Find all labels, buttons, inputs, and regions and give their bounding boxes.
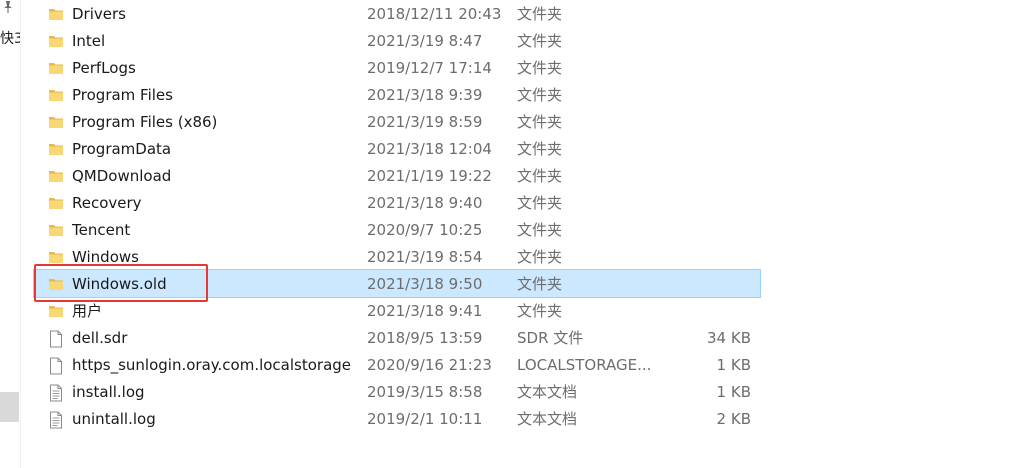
file-date-modified: 2018/9/5 13:59: [367, 328, 483, 347]
quick-access-label[interactable]: 快3: [0, 28, 20, 48]
text-file-icon: [48, 411, 64, 428]
file-row[interactable]: QMDownload 2021/1/19 19:22 文件夹: [34, 162, 760, 189]
file-type: 文件夹: [517, 86, 563, 104]
file-type: 文本文档: [517, 383, 578, 401]
file-name: Program Files (x86): [72, 112, 218, 131]
file-name: dell.sdr: [72, 328, 128, 347]
file-name: 用户: [72, 302, 103, 320]
file-type: 文件夹: [517, 32, 563, 50]
folder-icon: [48, 6, 64, 22]
file-row[interactable]: Windows 2021/3/19 8:54 文件夹: [34, 243, 760, 270]
file-size: 1 KB: [716, 382, 751, 401]
file-type: 文件夹: [517, 275, 563, 293]
folder-icon: [48, 141, 64, 157]
text-file-icon: [48, 384, 64, 401]
file-row[interactable]: dell.sdr 2018/9/5 13:59 SDR 文件 34 KB: [34, 324, 760, 351]
folder-icon: [48, 60, 64, 76]
file-date-modified: 2021/1/19 19:22: [367, 166, 492, 185]
file-date-modified: 2021/3/18 9:41: [367, 301, 483, 320]
folder-icon: [48, 222, 64, 238]
file-name: https_sunlogin.oray.com.localstorage: [72, 355, 352, 374]
file-row[interactable]: https_sunlogin.oray.com.localstorage 2020…: [34, 351, 760, 378]
file-name: Recovery: [72, 193, 142, 212]
file-date-modified: 2021/3/18 12:04: [367, 139, 492, 158]
file-icon: [48, 357, 64, 374]
file-date-modified: 2020/9/16 21:23: [367, 355, 492, 374]
file-name: Windows: [72, 247, 139, 266]
folder-icon: [48, 276, 64, 292]
file-row[interactable]: PerfLogs 2019/12/7 17:14 文件夹: [34, 54, 760, 81]
file-row[interactable]: Program Files (x86) 2021/3/19 8:59 文件夹: [34, 108, 760, 135]
file-type: 文件夹: [517, 59, 563, 77]
file-type: SDR 文件: [517, 329, 584, 347]
file-name: unintall.log: [72, 409, 156, 428]
file-date-modified: 2019/12/7 17:14: [367, 58, 492, 77]
file-date-modified: 2021/3/19 8:59: [367, 112, 483, 131]
file-name: Intel: [72, 31, 106, 50]
file-size: 1 KB: [716, 355, 751, 374]
file-name: Windows.old: [72, 274, 167, 293]
folder-icon: [48, 249, 64, 265]
file-date-modified: 2019/3/15 8:58: [367, 382, 483, 401]
file-icon: [48, 330, 64, 347]
file-date-modified: 2019/2/1 10:11: [367, 409, 483, 428]
file-type: 文件夹: [517, 167, 563, 185]
file-name: PerfLogs: [72, 58, 136, 77]
file-type: LOCALSTORAGE...: [517, 355, 652, 374]
file-name: QMDownload: [72, 166, 172, 185]
file-date-modified: 2021/3/18 9:50: [367, 274, 483, 293]
file-type: 文件夹: [517, 113, 563, 131]
file-date-modified: 2020/9/7 10:25: [367, 220, 483, 239]
file-list: Drivers 2018/12/11 20:43 文件夹 Intel 2021/3/19…: [33, 0, 761, 432]
file-name: Tencent: [72, 220, 131, 239]
file-type: 文件夹: [517, 302, 563, 320]
file-type: 文件夹: [517, 140, 563, 158]
file-type: 文件夹: [517, 5, 563, 23]
file-date-modified: 2021/3/19 8:47: [367, 31, 483, 50]
file-row[interactable]: 用户 2021/3/18 9:41 文件夹: [34, 297, 760, 324]
file-type: 文本文档: [517, 410, 578, 428]
file-type: 文件夹: [517, 248, 563, 266]
folder-icon: [48, 168, 64, 184]
file-date-modified: 2021/3/19 8:54: [367, 247, 483, 266]
folder-icon: [48, 114, 64, 130]
file-row[interactable]: Recovery 2021/3/18 9:40 文件夹: [34, 189, 760, 216]
pin-icon[interactable]: [2, 0, 14, 18]
nav-pane-scroll-thumb[interactable]: [0, 392, 19, 422]
file-row[interactable]: Drivers 2018/12/11 20:43 文件夹: [34, 0, 760, 27]
file-size: 2 KB: [716, 409, 751, 428]
folder-icon: [48, 87, 64, 103]
file-type: 文件夹: [517, 221, 563, 239]
file-date-modified: 2021/3/18 9:39: [367, 85, 483, 104]
file-type: 文件夹: [517, 194, 563, 212]
file-row[interactable]: Windows.old 2021/3/18 9:50 文件夹: [33, 269, 761, 298]
file-row[interactable]: install.log 2019/3/15 8:58 文本文档 1 KB: [34, 378, 760, 405]
file-date-modified: 2018/12/11 20:43: [367, 4, 502, 23]
file-row[interactable]: Intel 2021/3/19 8:47 文件夹: [34, 27, 760, 54]
file-size: 34 KB: [707, 328, 751, 347]
file-row[interactable]: unintall.log 2019/2/1 10:11 文本文档 2 KB: [34, 405, 760, 432]
file-name: Drivers: [72, 4, 126, 23]
file-name: Program Files: [72, 85, 173, 104]
folder-icon: [48, 303, 64, 319]
file-date-modified: 2021/3/18 9:40: [367, 193, 483, 212]
file-row[interactable]: ProgramData 2021/3/18 12:04 文件夹: [34, 135, 760, 162]
file-row[interactable]: Program Files 2021/3/18 9:39 文件夹: [34, 81, 760, 108]
file-name: ProgramData: [72, 139, 172, 158]
file-name: install.log: [72, 382, 145, 401]
file-row[interactable]: Tencent 2020/9/7 10:25 文件夹: [34, 216, 760, 243]
folder-icon: [48, 195, 64, 211]
folder-icon: [48, 33, 64, 49]
navigation-pane: 快3: [0, 0, 21, 468]
